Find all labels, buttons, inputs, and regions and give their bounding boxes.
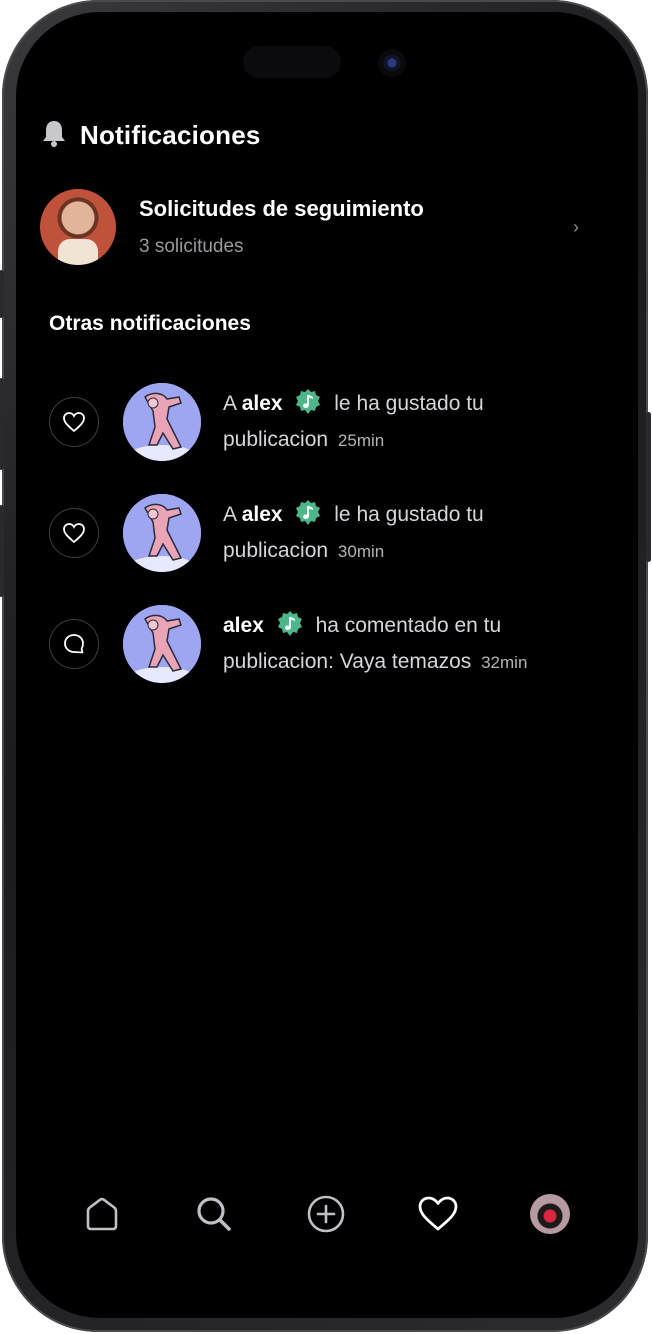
verified-badge-icon (294, 388, 322, 425)
username[interactable]: alex (242, 392, 283, 415)
silent-switch (0, 270, 4, 318)
add-icon[interactable] (304, 1192, 348, 1236)
page-header: Notificaciones (40, 118, 261, 153)
notification-item[interactable]: A alex le ha gustado tu publicacion 25mi… (49, 382, 609, 462)
notification-item[interactable]: alex ha comentado en tu publicacion: Vay… (49, 604, 609, 684)
front-camera (378, 49, 406, 77)
avatar[interactable] (123, 494, 201, 572)
follow-requests-count: 3 solicitudes (139, 236, 244, 257)
page-title: Notificaciones (80, 120, 261, 150)
power-button (646, 412, 651, 562)
screen: Notificaciones Solicitudes de seguimient… (16, 12, 638, 1318)
notification-text: A alex le ha gustado tu publicacion 25mi… (223, 388, 583, 456)
timestamp: 25min (337, 431, 385, 450)
heart-icon[interactable] (416, 1192, 460, 1236)
follow-requests-title: Solicitudes de seguimiento (139, 196, 424, 221)
timestamp: 32min (481, 653, 528, 672)
verified-badge-icon (276, 610, 304, 647)
bottom-nav (16, 1188, 638, 1248)
home-icon[interactable] (80, 1192, 124, 1236)
volume-down-button (0, 505, 4, 597)
bell-icon (40, 118, 68, 153)
volume-up-button (0, 378, 4, 470)
verified-badge-icon (294, 499, 322, 536)
username[interactable]: alex (223, 614, 264, 637)
timestamp: 30min (337, 542, 385, 561)
avatar[interactable] (123, 383, 201, 461)
dynamic-island (243, 46, 341, 78)
requester-avatar (40, 189, 116, 265)
heart-icon (49, 397, 99, 447)
notification-text: alex ha comentado en tu publicacion: Vay… (223, 610, 583, 678)
profile-avatar[interactable] (528, 1192, 572, 1236)
phone-frame: Notificaciones Solicitudes de seguimient… (0, 0, 651, 1332)
avatar[interactable] (123, 605, 201, 683)
comment-icon (49, 619, 99, 669)
heart-icon (49, 508, 99, 558)
section-title: Otras notificaciones (49, 312, 251, 335)
notification-item[interactable]: A alex le ha gustado tu publicacion 30mi… (49, 493, 609, 573)
search-icon[interactable] (192, 1192, 236, 1236)
chevron-right-icon: › (573, 216, 579, 237)
notification-text: A alex le ha gustado tu publicacion 30mi… (223, 499, 583, 567)
follow-requests-row[interactable]: Solicitudes de seguimiento 3 solicitudes… (40, 188, 586, 266)
username[interactable]: alex (242, 503, 283, 526)
